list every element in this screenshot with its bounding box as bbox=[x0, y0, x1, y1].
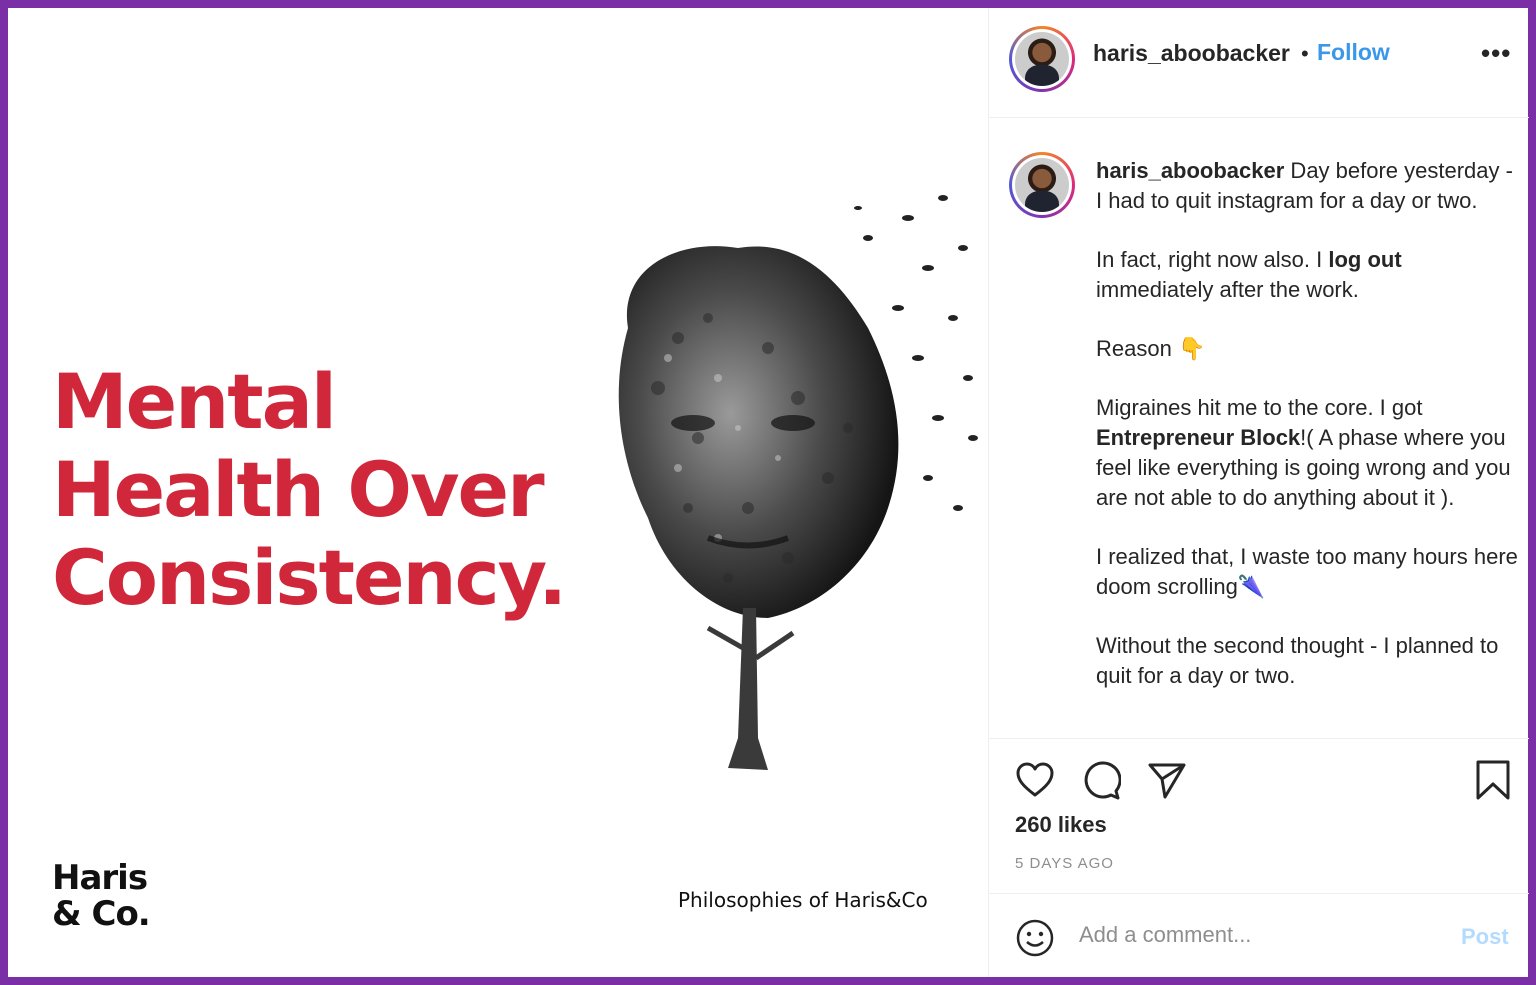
heart-icon[interactable] bbox=[1015, 761, 1055, 806]
image-caption: Philosophies of Haris&Co bbox=[678, 888, 928, 912]
caption-bold-logout: log out bbox=[1328, 247, 1402, 272]
tree-face-illustration bbox=[618, 195, 978, 770]
post-headline: Mental Health Over Consistency. bbox=[52, 358, 592, 622]
smiley-icon[interactable] bbox=[1015, 918, 1055, 963]
haris-co-logo: Haris & Co. bbox=[52, 858, 151, 934]
bookmark-icon[interactable] bbox=[1475, 759, 1511, 806]
caption-scroll-area[interactable]: haris_aboobacker Day before yesterday - … bbox=[989, 118, 1529, 738]
caption-paragraph-2: In fact, right now also. I log out immed… bbox=[1096, 245, 1521, 305]
caption-text-4a: Migraines hit me to the core. I got bbox=[1096, 395, 1423, 420]
caption-username[interactable]: haris_aboobacker bbox=[1096, 158, 1284, 183]
post-header: haris_aboobacker • Follow ••• bbox=[989, 8, 1529, 118]
caption-paragraph-1: haris_aboobacker Day before yesterday - … bbox=[1096, 156, 1521, 216]
caption-text-2a: In fact, right now also. I bbox=[1096, 247, 1329, 272]
caption-text-2b: immediately after the work. bbox=[1096, 277, 1359, 302]
caption-paragraph-4: Migraines hit me to the core. I got Entr… bbox=[1096, 393, 1521, 513]
avatar[interactable] bbox=[1009, 26, 1075, 92]
likes-count[interactable]: 260 likes bbox=[1015, 812, 1107, 838]
profile-photo bbox=[1015, 32, 1069, 86]
headline-line-1: Mental bbox=[52, 357, 337, 446]
post-image[interactable]: Mental Health Over Consistency. Haris & … bbox=[8, 8, 988, 977]
caption-bold-block: Entrepreneur Block bbox=[1096, 425, 1301, 450]
paper-plane-icon[interactable] bbox=[1147, 761, 1187, 806]
post-comment-button[interactable]: Post bbox=[1461, 924, 1509, 950]
action-bar: 260 likes 5 DAYS AGO bbox=[989, 738, 1529, 893]
caption-text: haris_aboobacker Day before yesterday - … bbox=[1096, 156, 1521, 720]
caption-avatar[interactable] bbox=[1009, 152, 1075, 218]
more-options-icon[interactable]: ••• bbox=[1481, 38, 1511, 69]
comment-bar: Post bbox=[989, 893, 1529, 977]
profile-photo bbox=[1015, 158, 1069, 212]
post-sidebar: haris_aboobacker • Follow ••• haris_aboo… bbox=[988, 8, 1529, 977]
header-username[interactable]: haris_aboobacker bbox=[1093, 40, 1290, 67]
logo-line-1: Haris bbox=[52, 858, 148, 898]
comment-input[interactable] bbox=[1079, 922, 1439, 948]
caption-paragraph-6: Without the second thought - I planned t… bbox=[1096, 633, 1499, 688]
logo-line-2: & Co. bbox=[52, 894, 151, 934]
separator-dot: • bbox=[1301, 41, 1309, 66]
caption-paragraph-3: Reason 👇 bbox=[1096, 336, 1206, 361]
caption-paragraph-5: I realized that, I waste too many hours … bbox=[1096, 544, 1518, 599]
headline-line-2: Health Over bbox=[52, 445, 545, 534]
comment-icon[interactable] bbox=[1081, 761, 1122, 806]
post-timestamp[interactable]: 5 DAYS AGO bbox=[1015, 855, 1114, 872]
follow-button[interactable]: Follow bbox=[1317, 39, 1390, 66]
headline-line-3: Consistency. bbox=[52, 533, 567, 622]
